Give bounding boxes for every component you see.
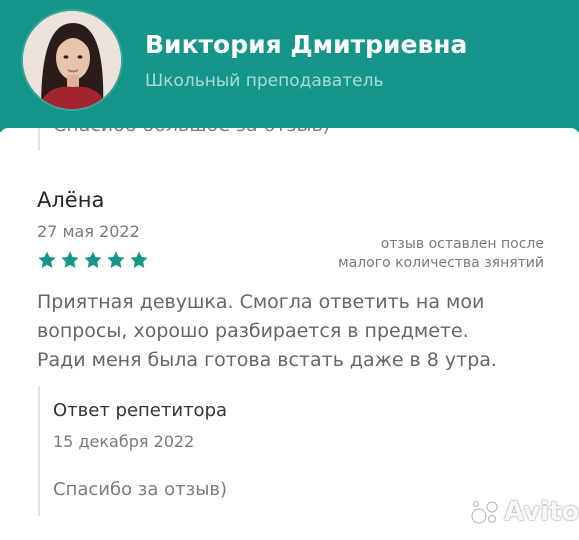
star-icon — [84, 251, 102, 268]
profile-header: Виктория Дмитриевна Школьный преподавате… — [0, 0, 579, 132]
review-text-line: Приятная девушка. Смогла ответить на мои — [37, 291, 485, 313]
reviewer-name: Алёна — [37, 188, 105, 212]
avito-logo-text: Avito — [504, 497, 579, 527]
review-date: 27 мая 2022 — [37, 222, 140, 241]
review-note: отзыв оставлен после малого количества з… — [264, 235, 544, 273]
review-note-line: отзыв оставлен после — [380, 236, 544, 252]
previous-reply-text: Спасибо большое за отзыв) — [53, 128, 330, 136]
star-icon — [38, 251, 56, 268]
teacher-role: Школьный преподаватель — [145, 71, 384, 91]
avito-watermark: Avito — [470, 497, 579, 527]
review-text-line: Ради меня была готова встать даже в 8 ут… — [37, 349, 497, 371]
review-text-line: вопросы, хорошо разбирается в предмете. — [37, 320, 469, 342]
star-rating — [37, 250, 149, 270]
review-card: Спасибо большое за отзыв) Алёна 27 мая 2… — [0, 128, 579, 540]
tutor-reply-title: Ответ репетитора — [53, 400, 228, 421]
avatar[interactable] — [23, 11, 121, 109]
star-icon — [107, 251, 125, 268]
avito-logo-icon — [471, 501, 498, 524]
tutor-reply-text: Спасибо за отзыв) — [53, 479, 228, 500]
star-icon — [61, 251, 79, 268]
review-text: Приятная девушка. Смогла ответить на мои… — [37, 288, 547, 375]
previous-tutor-reply: Спасибо большое за отзыв) — [38, 128, 579, 151]
teacher-name: Виктория Дмитриевна — [145, 30, 468, 59]
tutor-reply: Ответ репетитора 15 декабря 2022 Спасибо… — [38, 386, 540, 516]
review-note-line: малого количества зянятий — [338, 255, 544, 271]
avatar-photo — [23, 11, 121, 109]
tutor-reply-date: 15 декабря 2022 — [53, 432, 195, 451]
star-icon — [130, 251, 148, 268]
